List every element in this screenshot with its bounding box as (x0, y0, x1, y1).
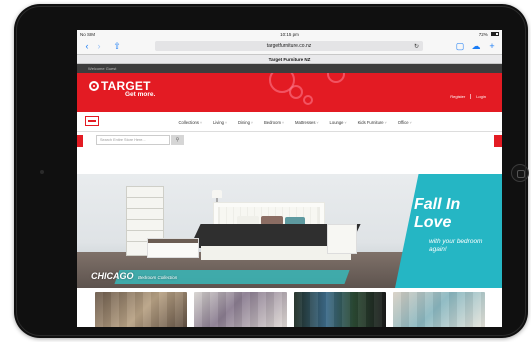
address-bar[interactable]: targetfurniture.co.nz ↻ (155, 41, 423, 51)
camera (40, 170, 44, 174)
ipad-frame: No SIM 10:15 pm 72% ‹ › ⇧ targetfurnitur… (14, 4, 529, 338)
nav-item-bedroom[interactable]: Bedroom˅ (258, 120, 289, 125)
status-bar: No SIM 10:15 pm 72% (77, 30, 502, 38)
nav-item-kids-furniture[interactable]: Kids Furniture˅ (352, 120, 392, 125)
category-tile[interactable] (293, 292, 386, 327)
collection-caption: CHICAGO Bedroom Collection (91, 271, 177, 281)
menu-button[interactable] (85, 116, 99, 126)
battery-icon (491, 32, 499, 37)
hero-subtitle: with your bedroom again! (429, 238, 483, 253)
nightstand (327, 224, 357, 254)
nav-item-mattresses[interactable]: Mattresses˅ (290, 120, 325, 125)
account-links: Register Login (445, 94, 491, 99)
browser-toolbar: ‹ › ⇧ targetfurniture.co.nz ↻ ▢ ☁ + (77, 38, 502, 54)
register-link[interactable]: Register (445, 94, 470, 99)
search-icon: ⚲ (175, 137, 180, 143)
new-tab-button[interactable]: + (486, 38, 498, 54)
site-header: TARGET Get more. Register Login (77, 73, 502, 112)
share-icon: ⇧ (113, 41, 121, 51)
menu-icon (88, 120, 96, 122)
decor-circle (327, 73, 345, 83)
chevron-left-icon: ‹ (85, 41, 89, 51)
search-button[interactable]: ⚲ (171, 135, 184, 145)
welcome-strip: Welcome Guest (77, 64, 502, 73)
chevron-right-icon: › (97, 41, 101, 51)
nav-item-lounge[interactable]: Lounge˅ (324, 120, 352, 125)
blanket-chest (147, 238, 199, 258)
url-text: targetfurniture.co.nz (266, 43, 312, 49)
search-input[interactable]: Search Entire Store Here... (96, 135, 170, 145)
cloud-icon: ☁ (471, 41, 481, 51)
category-tile[interactable] (194, 292, 287, 327)
nav-item-office[interactable]: Office˅ (392, 120, 417, 125)
hero-banner[interactable]: Fall In Love with your bedroom again! CH… (77, 174, 502, 288)
collection-name: CHICAGO (91, 271, 134, 281)
accent-bar (77, 135, 83, 147)
accent-bar (494, 135, 502, 147)
browser-tab[interactable]: Target Furniture NZ (77, 54, 502, 64)
back-button[interactable]: ‹ (81, 38, 93, 54)
cloud-tabs-button[interactable]: ☁ (470, 38, 482, 54)
clock: 10:15 pm (280, 31, 299, 37)
nav-item-living[interactable]: Living˅ (208, 120, 233, 125)
share-button[interactable]: ⇧ (111, 38, 123, 54)
brand-tagline: Get more. (125, 91, 156, 98)
book-icon: ▢ (455, 41, 465, 51)
reload-icon[interactable]: ↻ (414, 43, 419, 50)
nav-item-dining[interactable]: Dining˅ (233, 120, 259, 125)
category-tile[interactable] (95, 292, 188, 327)
main-nav: Collections˅ Living˅ Dining˅ Bedroom˅ Ma… (77, 112, 502, 132)
category-tiles (95, 292, 485, 327)
home-button[interactable] (511, 164, 529, 182)
tab-title: Target Furniture NZ (268, 56, 311, 62)
hero-headline: Fall In Love (414, 196, 461, 231)
search-placeholder: Search Entire Store Here... (100, 138, 146, 142)
collection-sub: Bedroom Collection (138, 275, 178, 280)
plus-icon: + (489, 41, 495, 51)
bullseye-icon (89, 81, 99, 91)
welcome-text: Welcome Guest (88, 66, 117, 71)
forward-button[interactable]: › (93, 38, 105, 54)
decor-circle (289, 85, 303, 99)
search-row: Search Entire Store Here... ⚲ (77, 132, 502, 149)
nav-item-collections[interactable]: Collections˅ (173, 120, 208, 125)
bookmarks-button[interactable]: ▢ (454, 38, 466, 54)
screen: No SIM 10:15 pm 72% ‹ › ⇧ targetfurnitur… (77, 30, 502, 327)
target-logo[interactable]: TARGET Get more. (89, 80, 155, 98)
category-tile[interactable] (392, 292, 485, 327)
login-link[interactable]: Login (470, 94, 491, 99)
lamp-image (212, 190, 222, 198)
decor-circle (303, 95, 313, 105)
